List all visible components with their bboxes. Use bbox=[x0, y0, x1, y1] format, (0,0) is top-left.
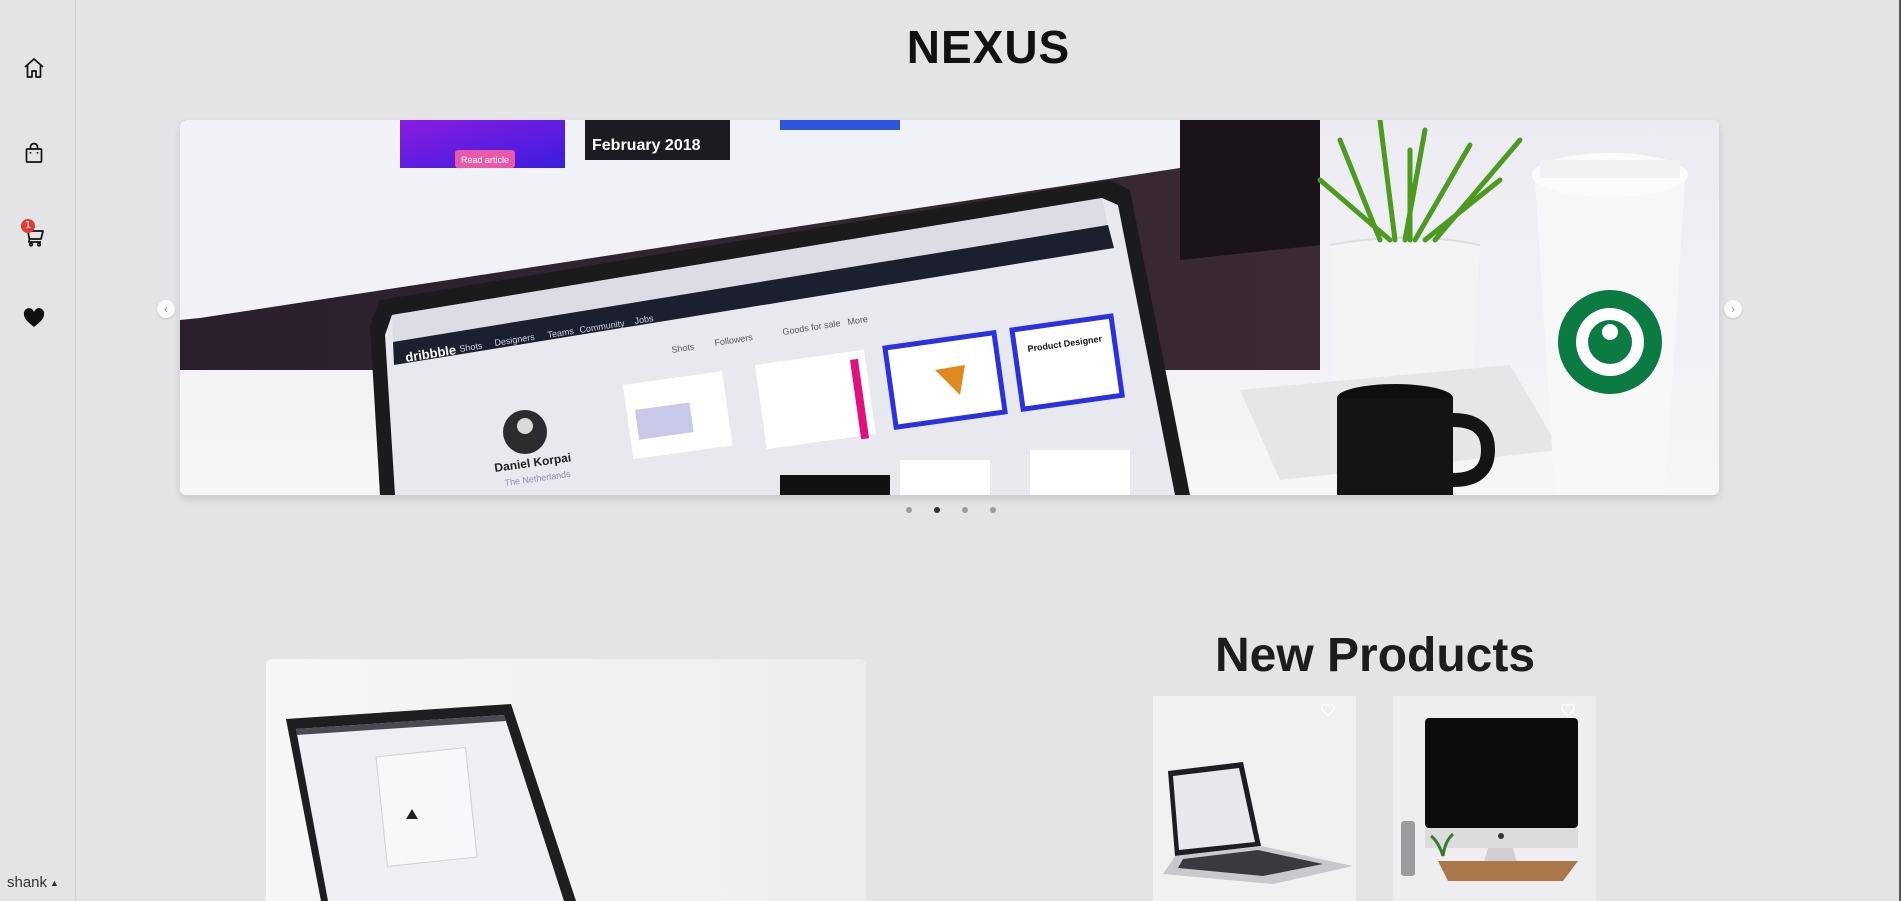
wishlist-toggle[interactable] bbox=[1320, 702, 1338, 720]
product-card[interactable] bbox=[1153, 696, 1356, 901]
chevron-left-icon: ‹ bbox=[164, 302, 168, 316]
carousel-dot-3[interactable] bbox=[962, 507, 968, 513]
username: shank bbox=[7, 874, 48, 891]
hero-slide-image: Read article February 2018 dribbble Shot… bbox=[180, 120, 1719, 495]
product-card[interactable] bbox=[1393, 696, 1596, 901]
wishlist-toggle[interactable] bbox=[1560, 702, 1578, 720]
sidebar: 1 shank ▲ bbox=[0, 0, 76, 901]
cart-count-badge: 1 bbox=[21, 219, 35, 233]
article-date-text: February 2018 bbox=[592, 137, 701, 154]
carousel-next-button[interactable]: › bbox=[1724, 300, 1742, 318]
laptop-product-image bbox=[1153, 696, 1356, 901]
article-button-text: Read article bbox=[461, 155, 509, 165]
brand-title: NEXUS bbox=[906, 21, 1071, 73]
heart-icon bbox=[23, 308, 45, 327]
user-menu[interactable]: shank ▲ bbox=[7, 874, 59, 891]
sidebar-item-shop[interactable] bbox=[18, 137, 50, 169]
sidebar-item-cart[interactable]: 1 bbox=[18, 219, 50, 252]
heart-outline-icon bbox=[1561, 703, 1575, 717]
carousel-indicators bbox=[906, 507, 996, 513]
carousel-dot-4[interactable] bbox=[990, 507, 996, 513]
shopping-bag-icon bbox=[25, 142, 43, 163]
laptop-photo bbox=[286, 704, 576, 901]
chevron-right-icon: › bbox=[1731, 302, 1735, 316]
sidebar-item-wishlist[interactable] bbox=[18, 302, 50, 334]
carousel-prev-button[interactable]: ‹ bbox=[157, 300, 175, 318]
imac-product-image bbox=[1393, 696, 1596, 901]
hero-carousel[interactable]: Read article February 2018 dribbble Shot… bbox=[180, 120, 1719, 495]
new-products-title: New Products bbox=[1214, 629, 1536, 682]
featured-product-image[interactable] bbox=[266, 659, 866, 901]
carousel-dot-1[interactable] bbox=[906, 507, 912, 513]
caret-up-icon: ▲ bbox=[50, 877, 59, 888]
heart-outline-icon bbox=[1321, 703, 1335, 717]
carousel-dot-2[interactable] bbox=[934, 507, 940, 513]
